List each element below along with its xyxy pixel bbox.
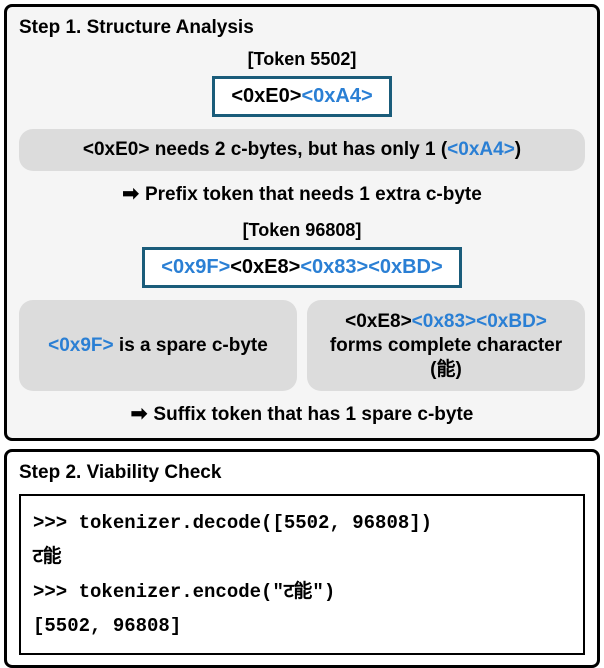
explain2a-byte: <0x9F>: [48, 335, 114, 356]
explain2b-text: forms complete character (能): [330, 335, 562, 380]
code-line-2: ट能: [33, 540, 571, 574]
explain2a-text: is a spare c-byte: [114, 335, 268, 356]
explain1-part-a: <0xE0> needs 2 c-bytes, but has only 1 (: [83, 139, 447, 160]
explain1-part-b: <0xA4>: [447, 139, 515, 160]
byte-83: <0x83>: [300, 256, 368, 278]
explain2-row: <0x9F> is a spare c-byte <0xE8><0x83><0x…: [19, 300, 585, 391]
step1-panel: Step 1. Structure Analysis [Token 5502] …: [4, 4, 600, 441]
token1-bytes: <0xE0><0xA4>: [212, 76, 391, 117]
arrow1-text: Prefix token that needs 1 extra c-byte: [145, 184, 482, 205]
arrow-right-icon: ➡: [122, 181, 139, 206]
arrow1-line: ➡ Prefix token that needs 1 extra c-byte: [19, 181, 585, 206]
token2-bytes: <0x9F><0xE8><0x83><0xBD>: [142, 247, 461, 288]
explain2b-byte2: <0x83><0xBD>: [412, 311, 547, 332]
byte-9f: <0x9F>: [161, 256, 230, 278]
token1-block: [Token 5502] <0xE0><0xA4>: [19, 49, 585, 129]
arrow2-line: ➡Suffix token that has 1 spare c-byte: [19, 401, 585, 426]
byte-e0: <0xE0>: [231, 85, 301, 107]
explain2b-box: <0xE8><0x83><0xBD> forms complete charac…: [307, 300, 585, 391]
token2-block: [Token 96808] <0x9F><0xE8><0x83><0xBD>: [19, 220, 585, 300]
arrow2-text: Suffix token that has 1 spare c-byte: [153, 404, 473, 425]
step1-title: Step 1. Structure Analysis: [19, 17, 585, 39]
token1-label: [Token 5502]: [19, 49, 585, 70]
byte-a4: <0xA4>: [301, 85, 372, 107]
explain2b-byte1: <0xE8>: [345, 311, 412, 332]
explain1-part-c: ): [515, 139, 521, 160]
arrow-right-icon: ➡: [131, 401, 148, 426]
token2-label: [Token 96808]: [19, 220, 585, 241]
step2-panel: Step 2. Viability Check >>> tokenizer.de…: [4, 449, 600, 668]
step2-title: Step 2. Viability Check: [19, 462, 585, 484]
byte-e8: <0xE8>: [230, 256, 300, 278]
explain2a-box: <0x9F> is a spare c-byte: [19, 300, 297, 391]
byte-bd: <0xBD>: [368, 256, 443, 278]
code-line-1: >>> tokenizer.decode([5502, 96808]): [33, 506, 571, 540]
explain1-box: <0xE0> needs 2 c-bytes, but has only 1 (…: [19, 129, 585, 171]
code-line-3: >>> tokenizer.encode("ट能"): [33, 575, 571, 609]
code-box: >>> tokenizer.decode([5502, 96808]) ट能 >…: [19, 494, 585, 655]
